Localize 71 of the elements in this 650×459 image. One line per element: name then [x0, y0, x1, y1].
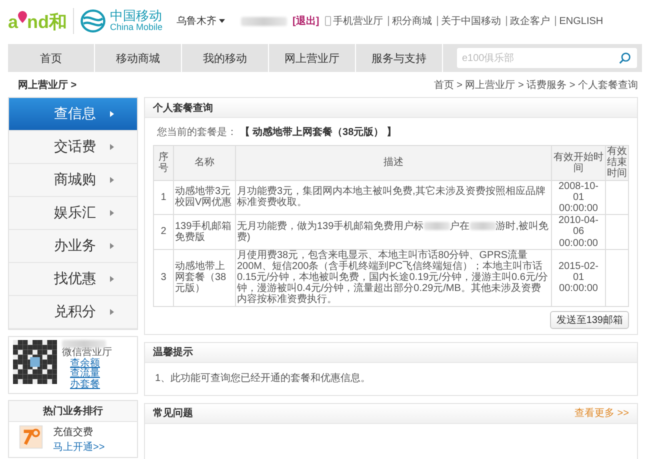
send-button[interactable]: 发送至139邮箱	[550, 310, 629, 329]
table-cell: 1	[154, 180, 174, 215]
triangle-icon	[110, 177, 114, 183]
table-cell: 动感地带3元校园V网优惠	[174, 180, 236, 215]
blurred-area	[240, 16, 287, 26]
menu-item[interactable]: 娱乐汇	[9, 197, 137, 230]
search-field[interactable]: e100俱乐部	[457, 48, 637, 68]
header-link[interactable]: 积分商城	[392, 14, 432, 28]
column-header: 有效结束时间	[606, 146, 628, 180]
menu-item[interactable]: 兑积分	[9, 296, 137, 329]
current-plan-value: 【 动感地带上网套餐（38元版） 】	[240, 127, 396, 138]
brand-logo-text: nd和	[27, 13, 68, 31]
recharge-icon	[19, 425, 43, 449]
column-header: 序号	[154, 146, 174, 180]
logout-link[interactable]: [退出]	[292, 14, 320, 28]
header-link[interactable]: 手机营业厅	[333, 14, 384, 28]
wechat-link[interactable]: 查流量	[70, 369, 112, 380]
logo-text: China Mobile	[110, 23, 163, 34]
logo-text: 中国移动	[110, 8, 163, 24]
column-header: 有效开始时间	[552, 146, 606, 180]
nav-tab[interactable]: 移动商城	[95, 44, 182, 72]
header-link[interactable]: 政企客户	[510, 14, 550, 28]
caret-icon	[218, 19, 225, 23]
table-cell: 2010-04-06 00:00:00	[552, 214, 606, 250]
menu-item[interactable]: 商城购	[9, 164, 137, 197]
menu-item[interactable]: 办业务	[9, 230, 137, 263]
column-header: 描述	[236, 146, 552, 180]
triangle-icon	[110, 111, 114, 117]
menu-item[interactable]: 查信息	[9, 98, 137, 131]
table-cell: 月使用费38元，包含来电显示、本地主叫市话80分钟、GPRS流量200M、短信200条（含手机终端到PC飞信终端短信）；本地主叫市话0.15元/分钟，本地被叫免费，国内长途0.19元/分钟，漫游主叫0.6元/分钟，漫游被叫0.4元/分钟，流量超出部分0.29元/MB。其他未涉及资费内容按标准资费执行。	[236, 249, 552, 306]
open-link[interactable]: 马上开通>>	[53, 440, 105, 454]
current-plan-label: 您当前的套餐是：	[157, 127, 237, 138]
wechat-link[interactable]: 查余额	[70, 358, 112, 369]
nav-tab[interactable]: 服务与支持	[356, 44, 443, 72]
triangle-icon	[110, 309, 114, 315]
blurred-area	[62, 340, 106, 348]
pin-icon	[18, 11, 28, 23]
triangle-icon	[110, 210, 114, 216]
menu-item[interactable]: 交话费	[9, 131, 137, 164]
table-cell: 2015-02-01 00:00:00	[552, 249, 606, 306]
card-title: 热门业务排行	[9, 401, 137, 422]
table-cell: 无月功能费，做为139手机邮箱免费用户标 户在 游时,被叫免费)	[236, 214, 552, 250]
header-link[interactable]: ENGLISH	[559, 16, 604, 26]
brand-logo-text: a	[8, 13, 18, 31]
section-title: 网上营业厅 >	[18, 78, 77, 92]
triangle-icon	[110, 243, 114, 249]
breadcrumb: 首页 > 网上营业厅 > 话费服务 > 个人套餐查询	[434, 78, 638, 92]
table-cell: 2	[154, 214, 174, 250]
table-cell: 动感地带上网套餐（38元版）	[174, 249, 236, 306]
qr-code-icon	[13, 340, 57, 384]
nav-tab[interactable]: 网上营业厅	[269, 44, 356, 72]
triangle-icon	[110, 276, 114, 282]
table-cell: 月功能费3元，集团网内本地主被叫免费,其它未涉及资费按照相应品牌标准资费收取。	[236, 180, 552, 215]
city-dropdown[interactable]: 乌鲁木齐	[176, 14, 225, 28]
panel-title: 常见问题	[153, 406, 193, 420]
wechat-link[interactable]: 办套餐	[70, 380, 112, 390]
table-cell: 2008-10-01 00:00:00	[552, 180, 606, 215]
header-link[interactable]: 关于中国移动	[441, 14, 502, 28]
search-icon[interactable]	[619, 52, 631, 64]
triangle-icon	[110, 144, 114, 150]
table-cell: 3	[154, 249, 174, 306]
nav-tab[interactable]: 我的移动	[182, 44, 269, 72]
service-name: 充值交费	[53, 426, 94, 439]
table-cell: 139手机邮箱免费版	[174, 214, 236, 250]
wechat-label: 微信营业厅	[62, 348, 112, 358]
column-header: 名称	[174, 146, 236, 180]
logo-icon	[80, 8, 106, 34]
menu-item[interactable]: 找优惠	[9, 263, 137, 296]
nav-tab[interactable]: 首页	[8, 44, 95, 72]
tip-text: 1、此功能可查询您已经开通的套餐和优惠信息。	[155, 372, 371, 384]
phone-icon	[325, 16, 332, 26]
